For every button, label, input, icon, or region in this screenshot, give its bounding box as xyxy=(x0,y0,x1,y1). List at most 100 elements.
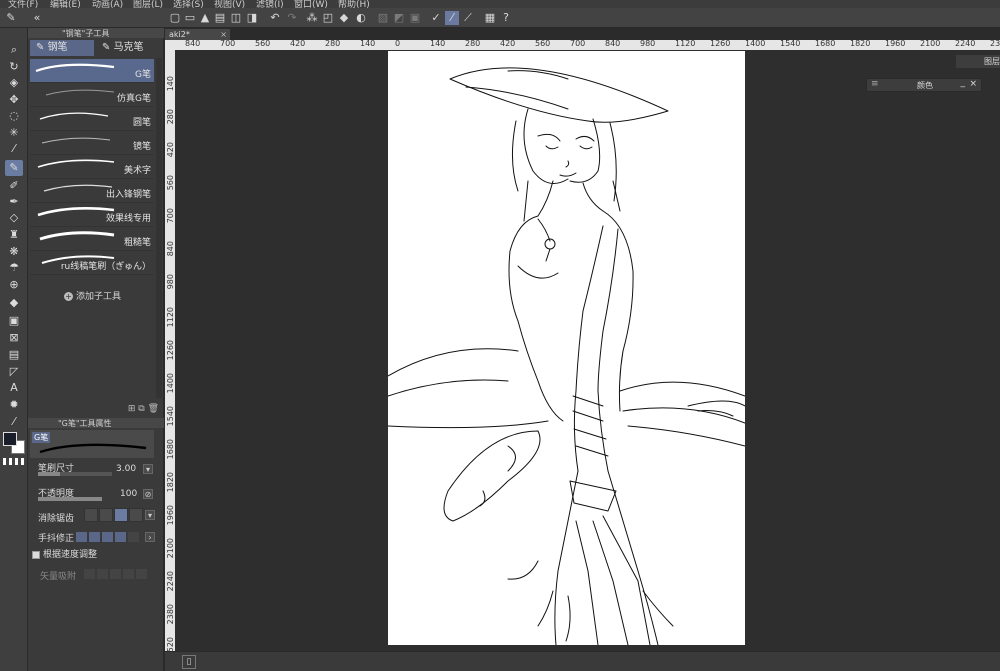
canvas-paper[interactable] xyxy=(387,51,746,646)
menu-file[interactable]: 文件(F) xyxy=(8,0,38,8)
move-icon[interactable]: ✥ xyxy=(5,92,23,108)
save-icon[interactable]: ▲ xyxy=(198,11,212,25)
pen-icon[interactable]: ✎ xyxy=(4,11,18,25)
select-icon[interactable]: ⁂ xyxy=(305,11,319,25)
menu-view[interactable]: 视图(V) xyxy=(214,0,245,8)
layer-icon[interactable]: ◫ xyxy=(229,11,243,25)
opacity-toggle[interactable]: ⊘ xyxy=(143,489,153,499)
stabilization-seg[interactable] xyxy=(128,532,139,542)
tab-pen[interactable]: ✎ 钢笔 xyxy=(30,40,94,56)
eyedropper-icon[interactable]: ⁄ xyxy=(5,141,23,157)
undo-icon[interactable]: ↶ xyxy=(268,11,282,25)
brush-item-real-g-pen[interactable]: 仿真G笔 xyxy=(30,83,154,107)
color-panel[interactable]: ≡ 颜色 _ × xyxy=(866,78,982,92)
blur-icon[interactable]: ⊕ xyxy=(5,277,23,293)
line-correct-icon[interactable]: ⁄ xyxy=(5,414,23,430)
layer-copy-icon[interactable]: ◨ xyxy=(245,11,259,25)
menu-edit[interactable]: 编辑(E) xyxy=(50,0,81,8)
layer-panel-tab[interactable]: 图层 xyxy=(956,55,1000,68)
ruler-icon[interactable]: ⟋ xyxy=(461,11,475,25)
object-icon[interactable]: ◈ xyxy=(5,75,23,91)
subtool-footer-icons[interactable]: ⊞ ⧉ 🗑 xyxy=(128,404,159,414)
text-icon[interactable]: A xyxy=(5,380,23,396)
add-subtool-button[interactable]: + 添加子工具 xyxy=(64,289,121,302)
fill-icon[interactable]: ◆ xyxy=(337,11,351,25)
transparent-color-swatch[interactable] xyxy=(3,458,25,465)
help-icon[interactable]: ? xyxy=(499,11,513,25)
menu-help[interactable]: 帮助(H) xyxy=(338,0,370,8)
speed-adjust-checkbox[interactable] xyxy=(32,550,40,559)
transform-icon[interactable]: ◰ xyxy=(321,11,335,25)
clear-icon[interactable]: ◐ xyxy=(354,11,368,25)
stabilization-next[interactable]: › xyxy=(145,532,155,542)
ruler-tool-icon[interactable]: ◸ xyxy=(5,364,23,380)
brush-item-round-pen[interactable]: 圆笔 xyxy=(30,107,154,131)
brush-item-calligraphy[interactable]: 美术字 xyxy=(30,155,154,179)
menu-animation[interactable]: 动画(A) xyxy=(92,0,123,8)
rotate-icon[interactable]: ↻ xyxy=(5,59,23,75)
navigator-icon[interactable]: ▯ xyxy=(182,655,196,669)
antialias-medium[interactable] xyxy=(114,508,128,522)
close-icon[interactable]: × xyxy=(220,29,227,40)
antialias-weak[interactable] xyxy=(99,508,113,522)
pencil-icon[interactable]: ✐ xyxy=(5,178,23,194)
pen-tool-icon[interactable]: ✎ xyxy=(5,160,23,176)
collapse-icon[interactable]: « xyxy=(30,11,44,25)
stabilization-seg[interactable] xyxy=(115,532,126,542)
opacity-value[interactable]: 100 xyxy=(120,489,137,499)
settings-icon[interactable]: ▦ xyxy=(483,11,497,25)
new-icon[interactable]: ▢ xyxy=(168,11,182,25)
minimize-icon[interactable]: _ xyxy=(961,78,966,88)
menu-select[interactable]: 选择(S) xyxy=(173,0,204,8)
brush-size-dropdown[interactable]: ▾ xyxy=(143,464,153,474)
airbrush-icon[interactable]: ♜ xyxy=(5,227,23,243)
transparent-icon[interactable]: ▨ xyxy=(376,11,390,25)
menu-layer[interactable]: 图层(L) xyxy=(133,0,163,8)
grip-icon[interactable]: ≡ xyxy=(871,79,879,89)
stroke-icon[interactable]: ✓ xyxy=(429,11,443,25)
tone-icon[interactable]: ◩ xyxy=(392,11,406,25)
menu-window[interactable]: 窗口(W) xyxy=(294,0,328,8)
subtool-scrollbar[interactable] xyxy=(156,58,162,398)
gradient-icon[interactable]: ▣ xyxy=(5,313,23,329)
brush-item-g-pen[interactable]: G笔 xyxy=(30,59,154,83)
decoration-icon[interactable]: ❋ xyxy=(5,244,23,260)
brush-item-mirror-pen[interactable]: 镜笔 xyxy=(30,131,154,155)
brush-size-slider[interactable] xyxy=(38,472,112,476)
pen-stabilizer-icon[interactable]: ⁄ xyxy=(445,11,459,25)
brush-item-rough-pen[interactable]: 粗糙笔 xyxy=(30,227,154,251)
main-color-swatch[interactable] xyxy=(3,432,17,446)
fill-bucket-icon[interactable]: ◆ xyxy=(5,295,23,311)
print-icon[interactable]: ▤ xyxy=(213,11,227,25)
balloon-icon[interactable]: ✹ xyxy=(5,397,23,413)
blend-icon[interactable]: ☂ xyxy=(5,260,23,276)
tab-marker[interactable]: ✎ 马克笔 xyxy=(96,40,160,56)
speed-adjust-row[interactable]: 根据速度调整 xyxy=(32,547,97,560)
border-icon[interactable]: ▣ xyxy=(408,11,422,25)
antialias-strong[interactable] xyxy=(129,508,143,522)
lasso-icon[interactable]: ◌ xyxy=(5,108,23,124)
zoom-icon[interactable]: ⌕ xyxy=(5,42,23,58)
eraser-icon[interactable]: ◇ xyxy=(5,210,23,226)
brush-item-ru-lineart[interactable]: ru线稿笔刷（ぎゅん） xyxy=(30,251,154,275)
stabilization-seg[interactable] xyxy=(102,532,113,542)
stabilization-seg[interactable] xyxy=(89,532,100,542)
open-icon[interactable]: ▭ xyxy=(183,11,197,25)
opacity-slider[interactable] xyxy=(38,497,102,501)
menu-filter[interactable]: 滤镜(I) xyxy=(256,0,284,8)
stabilization-seg[interactable] xyxy=(76,532,87,542)
brush-icon[interactable]: ✒ xyxy=(5,194,23,210)
canvas-workspace[interactable] xyxy=(175,50,1000,651)
close-icon[interactable]: × xyxy=(969,79,977,89)
antialias-dropdown[interactable]: ▾ xyxy=(145,510,155,520)
brush-item-taper-pen[interactable]: 出入锋钢笔 xyxy=(30,179,154,203)
figure-icon[interactable]: ⊠ xyxy=(5,330,23,346)
document-tab[interactable]: aki2* × xyxy=(165,29,230,40)
brush-item-effect-line[interactable]: 效果线专用 xyxy=(30,203,154,227)
frame-icon[interactable]: ▤ xyxy=(5,347,23,363)
brush-size-slider-fill xyxy=(38,472,61,476)
magic-wand-icon[interactable]: ✳ xyxy=(5,125,23,141)
brush-size-value[interactable]: 3.00 xyxy=(116,464,136,474)
redo-icon[interactable]: ↷ xyxy=(285,11,299,25)
antialias-none[interactable] xyxy=(84,508,98,522)
